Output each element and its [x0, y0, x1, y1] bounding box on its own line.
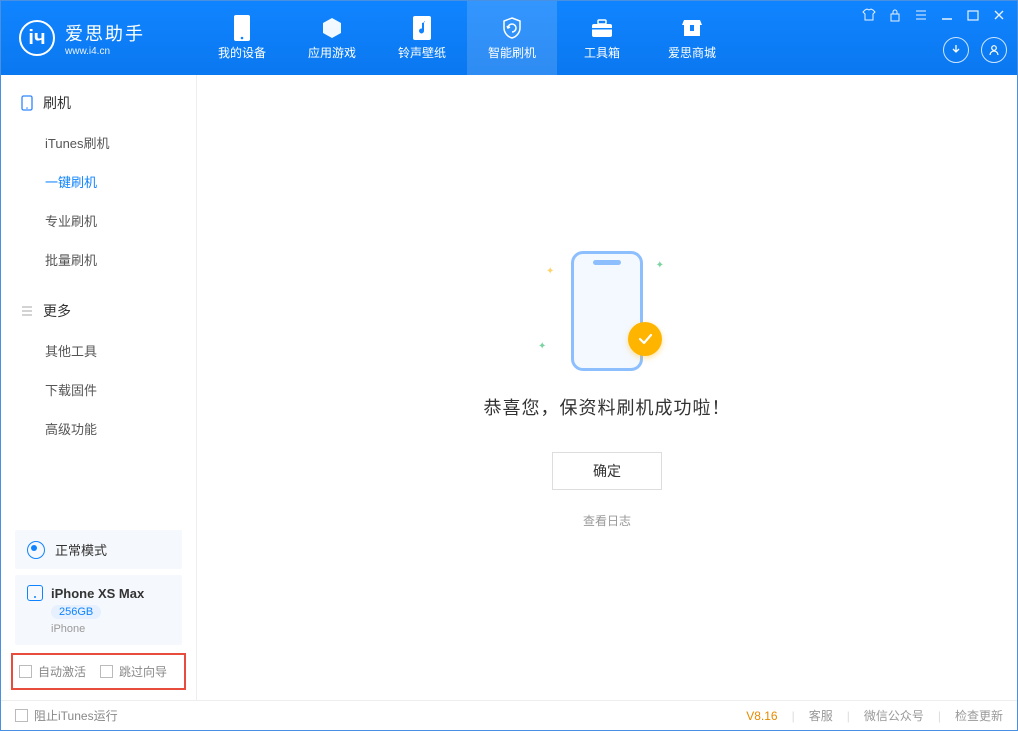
nav-tab-toolbox[interactable]: 工具箱 — [557, 1, 647, 75]
nav-tab-flash[interactable]: 智能刷机 — [467, 1, 557, 75]
sidebar-section-more: 更多 其他工具 下载固件 高级功能 — [1, 283, 196, 452]
footer-right: V8.16 | 客服 | 微信公众号 | 检查更新 — [746, 707, 1003, 724]
section-header-flash: 刷机 — [1, 93, 196, 123]
logo-text: 爱思助手 www.i4.cn — [65, 20, 145, 57]
nav-label: 我的设备 — [218, 44, 266, 61]
user-controls — [943, 37, 1007, 69]
support-link[interactable]: 客服 — [809, 707, 833, 724]
maximize-icon[interactable] — [965, 7, 981, 23]
checkbox-icon — [100, 665, 113, 678]
toolbox-icon — [590, 16, 614, 40]
sidebar-item-batch[interactable]: 批量刷机 — [1, 240, 196, 279]
checkbox-label: 跳过向导 — [119, 663, 167, 680]
content-area: ✦ ✦ ✦ 恭喜您，保资料刷机成功啦！ 确定 查看日志 — [197, 75, 1017, 700]
section-title: 更多 — [43, 301, 71, 321]
sidebar-item-advanced[interactable]: 高级功能 — [1, 409, 196, 448]
check-badge-icon — [628, 322, 662, 356]
mode-label: 正常模式 — [55, 540, 107, 559]
header: iч 爱思助手 www.i4.cn 我的设备 应用游戏 铃声壁纸 智能刷机 工具… — [1, 1, 1017, 75]
device-icon — [232, 16, 252, 40]
sidebar: 刷机 iTunes刷机 一键刷机 专业刷机 批量刷机 更多 其他工具 下载固件 … — [1, 75, 197, 700]
checkbox-label: 自动激活 — [38, 663, 86, 680]
sidebar-item-itunes[interactable]: iTunes刷机 — [1, 123, 196, 162]
wechat-link[interactable]: 微信公众号 — [864, 707, 924, 724]
device-info-box[interactable]: iPhone XS Max 256GB iPhone — [15, 575, 182, 645]
success-message: 恭喜您，保资料刷机成功啦！ — [484, 394, 731, 420]
sidebar-item-pro[interactable]: 专业刷机 — [1, 201, 196, 240]
separator: | — [938, 709, 941, 723]
ok-button[interactable]: 确定 — [552, 452, 662, 490]
checkbox-icon — [19, 665, 32, 678]
user-icon[interactable] — [981, 37, 1007, 63]
checkbox-block-itunes[interactable]: 阻止iTunes运行 — [15, 707, 118, 724]
checkbox-skip-guide[interactable]: 跳过向导 — [100, 663, 167, 680]
phone-illustration-icon — [571, 251, 643, 371]
checkbox-icon — [15, 709, 28, 722]
close-icon[interactable] — [991, 7, 1007, 23]
footer: 阻止iTunes运行 V8.16 | 客服 | 微信公众号 | 检查更新 — [1, 700, 1017, 730]
download-icon[interactable] — [943, 37, 969, 63]
nav-label: 应用游戏 — [308, 44, 356, 61]
window-controls — [861, 7, 1007, 23]
version-label: V8.16 — [746, 709, 777, 723]
section-title: 刷机 — [43, 93, 71, 113]
device-top-row: iPhone XS Max — [27, 585, 144, 601]
sparkle-icon: ✦ — [546, 266, 554, 277]
sparkle-icon: ✦ — [538, 341, 546, 352]
header-right — [861, 1, 1007, 75]
sidebar-item-firmware[interactable]: 下载固件 — [1, 370, 196, 409]
logo-area: iч 爱思助手 www.i4.cn — [1, 1, 197, 75]
view-log-link[interactable]: 查看日志 — [583, 512, 631, 529]
device-capacity: 256GB — [51, 605, 101, 619]
sparkle-icon: ✦ — [656, 260, 664, 271]
nav-tab-apps[interactable]: 应用游戏 — [287, 1, 377, 75]
success-illustration: ✦ ✦ ✦ — [542, 246, 672, 376]
options-row-highlighted: 自动激活 跳过向导 — [11, 653, 186, 690]
main-area: 刷机 iTunes刷机 一键刷机 专业刷机 批量刷机 更多 其他工具 下载固件 … — [1, 75, 1017, 700]
nav-label: 工具箱 — [584, 44, 620, 61]
sidebar-item-oneclick[interactable]: 一键刷机 — [1, 162, 196, 201]
section-header-more: 更多 — [1, 301, 196, 331]
sidebar-item-othertools[interactable]: 其他工具 — [1, 331, 196, 370]
checkbox-auto-activate[interactable]: 自动激活 — [19, 663, 86, 680]
phone-icon — [27, 585, 43, 601]
app-subtitle: www.i4.cn — [65, 46, 145, 57]
device-name: iPhone XS Max — [51, 586, 144, 601]
mode-icon — [27, 541, 45, 559]
nav-label: 智能刷机 — [488, 44, 536, 61]
logo-icon: iч — [19, 20, 55, 56]
sidebar-section-flash: 刷机 iTunes刷机 一键刷机 专业刷机 批量刷机 — [1, 75, 196, 283]
nav-tabs: 我的设备 应用游戏 铃声壁纸 智能刷机 工具箱 爱思商城 — [197, 1, 737, 75]
update-link[interactable]: 检查更新 — [955, 707, 1003, 724]
minimize-icon[interactable] — [939, 7, 955, 23]
app-title: 爱思助手 — [65, 20, 145, 46]
lock-icon[interactable] — [887, 7, 903, 23]
cube-icon — [320, 16, 344, 40]
nav-label: 爱思商城 — [668, 44, 716, 61]
device-type: iPhone — [51, 623, 85, 635]
list-icon — [21, 305, 35, 317]
nav-label: 铃声壁纸 — [398, 44, 446, 61]
checkbox-label: 阻止iTunes运行 — [34, 707, 118, 724]
sidebar-bottom: 正常模式 iPhone XS Max 256GB iPhone 自动激活 跳过向… — [1, 524, 196, 700]
device-mode-box[interactable]: 正常模式 — [15, 530, 182, 569]
music-icon — [411, 16, 433, 40]
refresh-shield-icon — [500, 16, 524, 40]
shop-icon — [680, 16, 704, 40]
nav-tab-shop[interactable]: 爱思商城 — [647, 1, 737, 75]
nav-tab-device[interactable]: 我的设备 — [197, 1, 287, 75]
nav-tab-ringtone[interactable]: 铃声壁纸 — [377, 1, 467, 75]
separator: | — [847, 709, 850, 723]
tshirt-icon[interactable] — [861, 7, 877, 23]
separator: | — [792, 709, 795, 723]
menu-icon[interactable] — [913, 7, 929, 23]
phone-icon — [21, 95, 35, 111]
